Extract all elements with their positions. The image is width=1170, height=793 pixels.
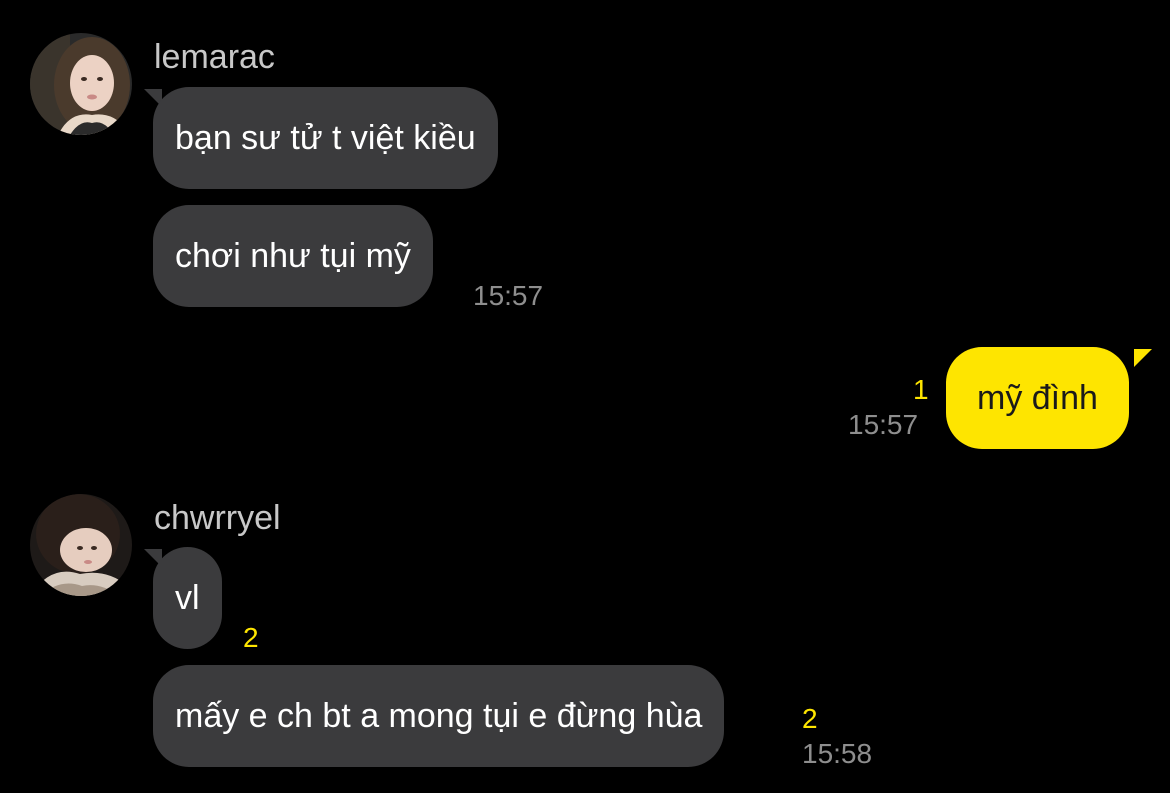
unread-count: 2 — [243, 622, 259, 653]
avatar-lemarac[interactable] — [30, 33, 132, 135]
profile-photo-woman-icon — [30, 33, 132, 135]
message-timestamp: 15:57 — [848, 409, 919, 440]
message-bubble-incoming[interactable]: bạn sư tử t việt kiều — [153, 87, 498, 189]
sender-name: lemarac — [154, 38, 275, 76]
message-timestamp: 15:57 — [473, 280, 544, 311]
message-bubble-outgoing[interactable]: mỹ đình — [946, 347, 1129, 449]
message-bubble-incoming[interactable]: mấy e ch bt a mong tụi e đừng hùa — [153, 665, 725, 767]
unread-count: 2 — [802, 703, 818, 734]
profile-photo-woman-icon — [30, 494, 132, 596]
message-bubble-incoming[interactable]: vl — [153, 547, 222, 649]
message-timestamp: 15:58 — [802, 738, 873, 769]
unread-count: 1 — [913, 374, 929, 405]
bubble-tail — [1134, 349, 1152, 367]
avatar-chwrryel[interactable] — [30, 494, 132, 596]
message-bubble-incoming[interactable]: chơi như tụi mỹ — [153, 205, 433, 307]
sender-name: chwrryel — [154, 499, 281, 537]
